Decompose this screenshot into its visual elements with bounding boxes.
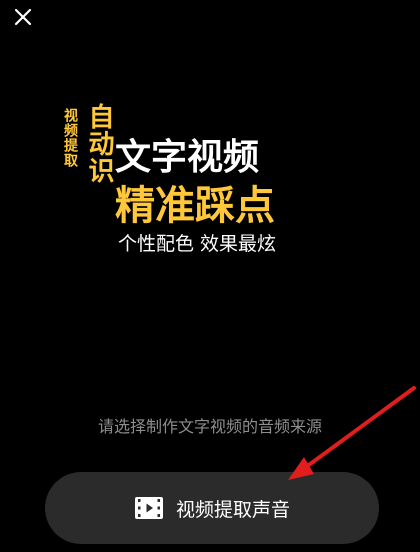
video-film-icon (134, 496, 164, 520)
extract-button-label: 视频提取声音 (175, 498, 290, 521)
promo-banner: 视频提取 自动识 文字视频 精准踩点 个性配色 效果最炫 (0, 0, 420, 300)
promo-title-line: 文字视频 (115, 137, 260, 178)
promo-subtitle-line: 个性配色 效果最炫 (118, 233, 277, 255)
promo-highlight-line: 精准踩点 (115, 183, 275, 229)
audio-source-hint: 请选择制作文字视频的音频来源 (97, 417, 322, 436)
promo-vertical-big: 自动识 (84, 103, 114, 184)
extract-audio-from-video-button[interactable]: 视频提取声音 (45, 472, 379, 544)
promo-vertical-small: 视频提取 (62, 108, 78, 168)
